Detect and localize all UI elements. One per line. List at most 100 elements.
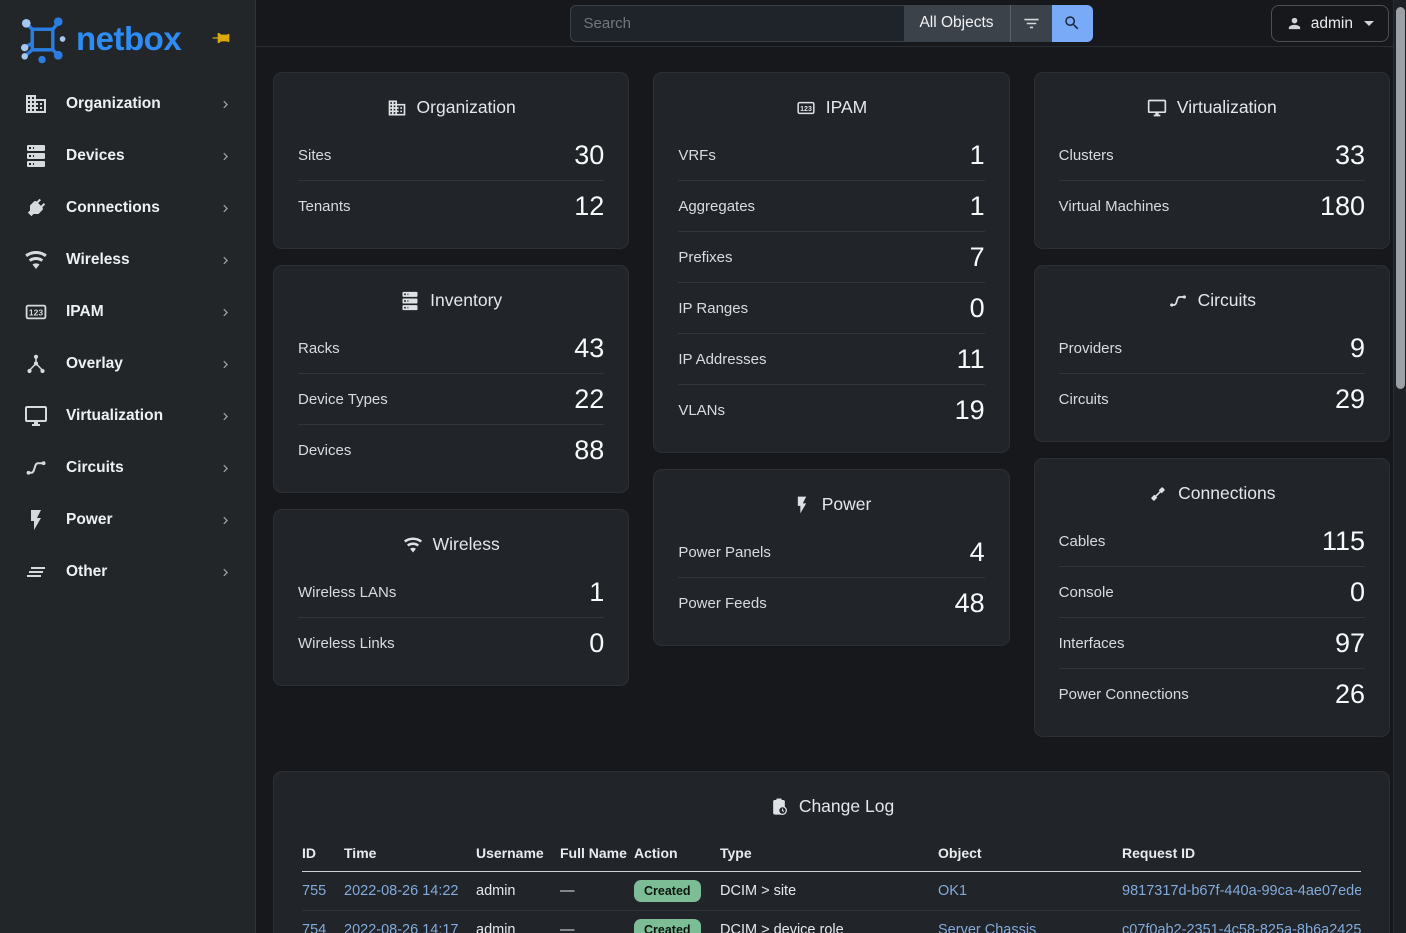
stat-label: VRFs bbox=[678, 147, 716, 164]
sidebar-item-label: Virtualization bbox=[66, 407, 218, 425]
sidebar-item-devices[interactable]: Devices bbox=[0, 130, 255, 182]
sidebar-nav: Organization Devices Connections Wireles… bbox=[0, 78, 255, 598]
building-icon bbox=[24, 92, 48, 116]
scrollbar-track[interactable] bbox=[1393, 0, 1406, 933]
stat-row-clusters[interactable]: Clusters 33 bbox=[1059, 130, 1365, 181]
stat-row-vrfs[interactable]: VRFs 1 bbox=[678, 130, 984, 181]
change-object-link[interactable]: Server Chassis bbox=[938, 922, 1036, 933]
col-header-username: Username bbox=[476, 837, 560, 872]
filter-icon bbox=[1022, 14, 1041, 33]
stat-value: 1 bbox=[589, 577, 604, 608]
card-ipam: IPAM VRFs 1 Aggregates 1 Prefixes 7 bbox=[653, 72, 1009, 453]
stat-value: 4 bbox=[970, 537, 985, 568]
stat-value: 97 bbox=[1335, 628, 1365, 659]
stat-row-ip-addresses[interactable]: IP Addresses 11 bbox=[678, 334, 984, 385]
changelog-table: ID Time Username Full Name Action Type O… bbox=[302, 837, 1361, 933]
pin-sidebar-icon[interactable] bbox=[211, 28, 231, 48]
stat-label: Virtual Machines bbox=[1059, 198, 1170, 215]
stat-row-cables[interactable]: Cables 115 bbox=[1059, 516, 1365, 567]
card-title: Connections bbox=[1059, 467, 1365, 516]
search-scope-label: All Objects bbox=[919, 14, 993, 31]
sidebar-item-other[interactable]: Other bbox=[0, 546, 255, 598]
card-title-text: Connections bbox=[1178, 483, 1275, 504]
stat-row-virtual-machines[interactable]: Virtual Machines 180 bbox=[1059, 181, 1365, 232]
plug-icon bbox=[24, 196, 48, 220]
search-input[interactable] bbox=[570, 5, 904, 42]
stat-value: 11 bbox=[957, 344, 985, 375]
stat-row-interfaces[interactable]: Interfaces 97 bbox=[1059, 618, 1365, 669]
netbox-logo-icon[interactable] bbox=[16, 13, 68, 65]
scrollbar-thumb[interactable] bbox=[1396, 7, 1405, 389]
main-area: All Objects admin Organization bbox=[256, 0, 1406, 933]
sidebar-item-wireless[interactable]: Wireless bbox=[0, 234, 255, 286]
stat-label: VLANs bbox=[678, 402, 725, 419]
sidebar-item-label: Overlay bbox=[66, 355, 218, 373]
change-request-id-link[interactable]: c07f0ab2-2351-4c58-825a-8b6a2425a1ab bbox=[1122, 922, 1361, 933]
card-title-text: Circuits bbox=[1198, 290, 1256, 311]
action-badge: Created bbox=[634, 919, 701, 933]
chevron-right-icon bbox=[218, 409, 233, 424]
user-menu-button[interactable]: admin bbox=[1271, 5, 1389, 42]
stat-row-sites[interactable]: Sites 30 bbox=[298, 130, 604, 181]
sidebar-item-label: Connections bbox=[66, 199, 218, 217]
stat-row-ip-ranges[interactable]: IP Ranges 0 bbox=[678, 283, 984, 334]
dashboard-column-3: Virtualization Clusters 33 Virtual Machi… bbox=[1034, 72, 1390, 737]
change-id-link[interactable]: 755 bbox=[302, 883, 326, 899]
sidebar-item-circuits[interactable]: Circuits bbox=[0, 442, 255, 494]
stat-row-vlans[interactable]: VLANs 19 bbox=[678, 385, 984, 436]
sidebar-item-overlay[interactable]: Overlay bbox=[0, 338, 255, 390]
search-filter-button[interactable] bbox=[1010, 5, 1052, 42]
col-header-object: Object bbox=[938, 837, 1122, 872]
sidebar-item-label: Power bbox=[66, 511, 218, 529]
change-time-link[interactable]: 2022-08-26 14:17 bbox=[344, 922, 459, 933]
stat-label: Racks bbox=[298, 340, 340, 357]
stat-row-power-panels[interactable]: Power Panels 4 bbox=[678, 527, 984, 578]
card-title-text: Inventory bbox=[430, 290, 502, 311]
stat-row-providers[interactable]: Providers 9 bbox=[1059, 323, 1365, 374]
brand: netbox bbox=[0, 0, 255, 78]
stat-row-power-connections[interactable]: Power Connections 26 bbox=[1059, 669, 1365, 720]
sidebar-item-connections[interactable]: Connections bbox=[0, 182, 255, 234]
stat-row-devices[interactable]: Devices 88 bbox=[298, 425, 604, 476]
change-request-id-link[interactable]: 9817317d-b67f-440a-99ca-4ae07ede94df bbox=[1122, 883, 1361, 899]
dashboard-grid: Organization Sites 30 Tenants 12 bbox=[273, 72, 1390, 737]
changelog-title: Change Log bbox=[302, 788, 1361, 831]
stat-row-racks[interactable]: Racks 43 bbox=[298, 323, 604, 374]
change-time-link[interactable]: 2022-08-26 14:22 bbox=[344, 883, 459, 899]
stat-row-prefixes[interactable]: Prefixes 7 bbox=[678, 232, 984, 283]
stat-label: Aggregates bbox=[678, 198, 755, 215]
change-username: admin bbox=[476, 872, 560, 911]
stat-row-circuits[interactable]: Circuits 29 bbox=[1059, 374, 1365, 425]
search-scope-button[interactable]: All Objects bbox=[904, 5, 1010, 42]
change-object-link[interactable]: OK1 bbox=[938, 883, 967, 899]
card-title: IPAM bbox=[678, 81, 984, 130]
stat-row-tenants[interactable]: Tenants 12 bbox=[298, 181, 604, 232]
brand-name[interactable]: netbox bbox=[76, 20, 181, 58]
sidebar-item-label: Devices bbox=[66, 147, 218, 165]
stat-row-wireless-links[interactable]: Wireless Links 0 bbox=[298, 618, 604, 669]
sidebar-item-organization[interactable]: Organization bbox=[0, 78, 255, 130]
sidebar-item-power[interactable]: Power bbox=[0, 494, 255, 546]
chevron-right-icon bbox=[218, 201, 233, 216]
card-power: Power Power Panels 4 Power Feeds 48 bbox=[653, 469, 1009, 646]
stat-value: 88 bbox=[574, 435, 604, 466]
stat-row-aggregates[interactable]: Aggregates 1 bbox=[678, 181, 984, 232]
stat-value: 30 bbox=[574, 140, 604, 171]
card-connections: Connections Cables 115 Console 0 Interfa… bbox=[1034, 458, 1390, 737]
change-id-link[interactable]: 754 bbox=[302, 922, 326, 933]
sidebar: netbox Organization Devices Connections bbox=[0, 0, 256, 933]
stat-row-console[interactable]: Console 0 bbox=[1059, 567, 1365, 618]
col-header-action: Action bbox=[634, 837, 720, 872]
stat-value: 19 bbox=[955, 395, 985, 426]
stat-row-power-feeds[interactable]: Power Feeds 48 bbox=[678, 578, 984, 629]
stat-row-device-types[interactable]: Device Types 22 bbox=[298, 374, 604, 425]
stat-label: Cables bbox=[1059, 533, 1106, 550]
stat-value: 1 bbox=[970, 140, 985, 171]
stat-label: Prefixes bbox=[678, 249, 732, 266]
card-title: Circuits bbox=[1059, 274, 1365, 323]
stat-row-wireless-lans[interactable]: Wireless LANs 1 bbox=[298, 567, 604, 618]
sidebar-item-virtualization[interactable]: Virtualization bbox=[0, 390, 255, 442]
sidebar-item-ipam[interactable]: IPAM bbox=[0, 286, 255, 338]
search-submit-button[interactable] bbox=[1052, 5, 1093, 42]
chevron-right-icon bbox=[218, 253, 233, 268]
